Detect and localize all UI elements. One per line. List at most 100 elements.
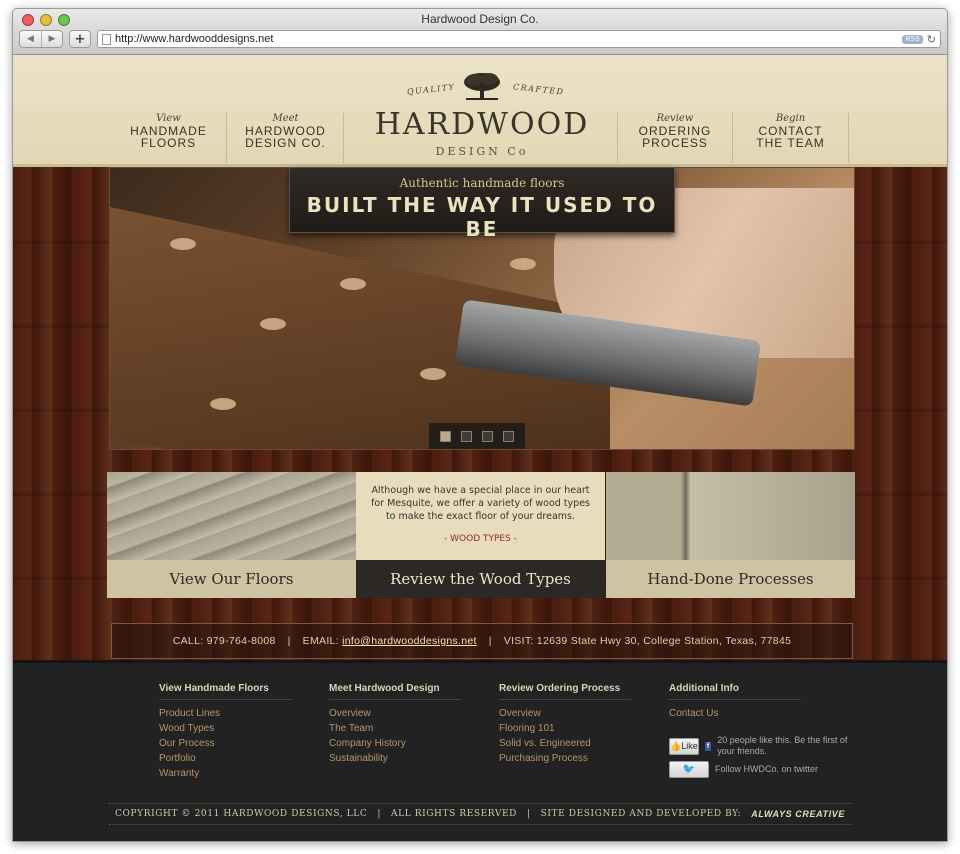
footer-link[interactable]: Overview <box>499 706 631 721</box>
wood-shaving <box>210 398 236 410</box>
separator: | <box>377 809 382 819</box>
footer-link[interactable]: The Team <box>329 721 461 736</box>
facebook-like-widget: 👍 Like f 20 people like this. Be the firs… <box>669 735 849 757</box>
slide-dot-2[interactable] <box>461 430 472 442</box>
thumbs-up-icon: 👍 <box>670 740 682 751</box>
logo-subtitle: DESIGN Co <box>435 145 529 158</box>
feature-image-processes <box>606 472 855 560</box>
footer-link[interactable]: Product Lines <box>159 706 291 721</box>
site-footer: View Handmade Floors Product Lines Wood … <box>13 660 947 841</box>
footer-heading: Additional Info <box>669 683 801 700</box>
feature-caption[interactable]: View Our Floors <box>107 560 356 598</box>
feature-caption[interactable]: Review the Wood Types <box>356 560 605 598</box>
wood-types-link[interactable]: - WOOD TYPES - <box>370 533 591 546</box>
nav-label: ORDERING PROCESS <box>638 124 712 150</box>
rss-icon[interactable]: RSS <box>902 34 923 44</box>
twitter-bird-icon: 🐦 <box>682 764 696 775</box>
contact-phone[interactable]: CALL: 979-764-8008 <box>173 635 276 647</box>
wood-shaving <box>260 318 286 330</box>
like-count-text: 20 people like this. Be the first of you… <box>717 735 848 756</box>
slide-dot-3[interactable] <box>482 430 493 442</box>
separator: | <box>488 635 492 647</box>
footer-heading: View Handmade Floors <box>159 683 291 700</box>
footer-link[interactable]: Wood Types <box>159 721 291 736</box>
nav-label: CONTACT THE TEAM <box>756 124 825 150</box>
nav-pre: Review <box>656 113 694 124</box>
feature-hand-done[interactable]: Hand-Done Processes <box>606 472 855 598</box>
wood-shaving <box>340 278 366 290</box>
footer-link[interactable]: Warranty <box>159 766 291 781</box>
footer-link[interactable]: Sustainability <box>329 751 461 766</box>
wood-shaving <box>510 258 536 270</box>
contact-email-group: EMAIL: info@hardwooddesigns.net <box>303 635 477 647</box>
wood-shaving <box>420 368 446 380</box>
nav-handmade-floors[interactable]: View HANDMADE FLOORS <box>111 113 227 163</box>
browser-window: Hardwood Design Co. ◀ ▶ + http://www.har… <box>12 8 948 842</box>
nav-label: HARDWOOD DESIGN CO. <box>245 124 326 150</box>
wood-background-section: Authentic handmade floors BUILT THE WAY … <box>13 167 947 660</box>
footer-link[interactable]: Company History <box>329 736 461 751</box>
contact-address: VISIT: 12639 State Hwy 30, College Stati… <box>503 635 792 647</box>
site-header: View HANDMADE FLOORS Meet HARDWOOD DESIG… <box>13 55 947 167</box>
like-label: Like <box>681 741 698 751</box>
footer-link[interactable]: Flooring 101 <box>499 721 631 736</box>
footer-link[interactable]: Overview <box>329 706 461 721</box>
site-logo[interactable]: QUALITY CRAFTED HARDWOOD DESIGN Co <box>365 67 599 163</box>
logo-crafted: CRAFTED <box>513 82 566 97</box>
hero-headline: BUILT THE WAY IT USED TO BE <box>306 193 658 241</box>
facebook-icon: f <box>704 741 712 751</box>
footer-column-info: Additional Info Contact Us <box>669 683 801 721</box>
tree-icon <box>464 73 500 100</box>
rights-text: ALL RIGHTS RESERVED <box>391 809 517 819</box>
footer-heading: Meet Hardwood Design <box>329 683 461 700</box>
slide-dot-4[interactable] <box>503 430 514 442</box>
nav-contact-team[interactable]: Begin CONTACT THE TEAM <box>733 113 849 163</box>
feature-view-floors[interactable]: View Our Floors <box>107 472 356 598</box>
browser-toolbar: ◀ ▶ + http://www.hardwooddesigns.net RSS… <box>19 29 941 49</box>
hero-banner: Authentic handmade floors BUILT THE WAY … <box>289 167 675 241</box>
twitter-follow-button[interactable]: 🐦 <box>669 761 709 778</box>
nav-pre: View <box>156 113 181 124</box>
slide-pager <box>429 423 525 449</box>
feature-caption[interactable]: Hand-Done Processes <box>606 560 855 598</box>
window-title: Hardwood Design Co. <box>421 12 539 26</box>
slide-dot-1[interactable] <box>440 430 451 442</box>
footer-link[interactable]: Solid vs. Engineered <box>499 736 631 751</box>
footer-link[interactable]: Portfolio <box>159 751 291 766</box>
footer-column-design: Meet Hardwood Design Overview The Team C… <box>329 683 461 766</box>
twitter-text[interactable]: Follow HWDCo. on twitter <box>715 764 818 775</box>
facebook-like-button[interactable]: 👍 Like <box>669 737 699 755</box>
back-icon[interactable]: ◀ <box>20 31 41 47</box>
designer-logo[interactable]: ALWAYS CREATIVE <box>751 809 845 819</box>
nav-label: HANDMADE FLOORS <box>130 124 207 150</box>
url-field[interactable]: http://www.hardwooddesigns.net <box>115 33 898 45</box>
designed-by-text: SITE DESIGNED AND DEVELOPED BY: <box>540 809 742 819</box>
logo-brand: HARDWOOD <box>374 107 590 142</box>
copyright-bar: COPYRIGHT © 2011 HARDWOOD DESIGNS, LLC |… <box>109 803 851 825</box>
hero-tagline: Authentic handmade floors <box>399 176 565 190</box>
address-bar[interactable]: http://www.hardwooddesigns.net RSS ↻ <box>97 30 941 48</box>
separator: | <box>526 809 531 819</box>
reload-icon[interactable]: ↻ <box>927 33 936 46</box>
page-viewport: View HANDMADE FLOORS Meet HARDWOOD DESIG… <box>13 55 947 841</box>
title-bar: Hardwood Design Co. ◀ ▶ + http://www.har… <box>13 9 947 55</box>
separator: | <box>287 635 291 647</box>
footer-link[interactable]: Purchasing Process <box>499 751 631 766</box>
contact-email-link[interactable]: info@hardwooddesigns.net <box>342 635 477 647</box>
contact-email-label: EMAIL: <box>302 635 339 647</box>
nav-ordering-process[interactable]: Review ORDERING PROCESS <box>617 113 733 163</box>
feature-image-floors <box>107 472 356 560</box>
page-icon <box>102 33 111 45</box>
copyright-text: COPYRIGHT © 2011 HARDWOOD DESIGNS, LLC <box>115 809 368 819</box>
feature-wood-types[interactable]: Although we have a special place in our … <box>356 472 605 598</box>
nav-design-co[interactable]: Meet HARDWOOD DESIGN CO. <box>228 113 344 163</box>
add-bookmark-button[interactable]: + <box>69 30 91 48</box>
footer-link[interactable]: Contact Us <box>669 706 801 721</box>
forward-icon[interactable]: ▶ <box>41 31 62 47</box>
footer-link[interactable]: Our Process <box>159 736 291 751</box>
logo-quality: QUALITY <box>406 82 456 97</box>
feature-text-box: Although we have a special place in our … <box>356 472 605 560</box>
nav-pre: Meet <box>272 113 299 124</box>
contact-bar: CALL: 979-764-8008 | EMAIL: info@hardwoo… <box>111 623 853 659</box>
wood-shaving <box>170 238 196 250</box>
